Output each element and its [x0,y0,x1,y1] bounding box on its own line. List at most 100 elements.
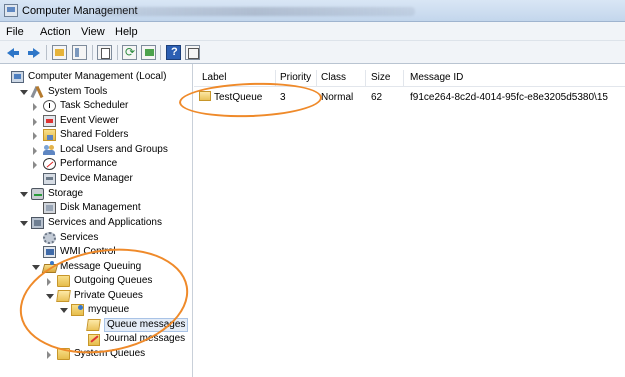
tree-item-queue-messages[interactable]: Queue messages [86,318,189,332]
tree-item-disk-management[interactable]: Disk Management [43,201,141,215]
tree-item-label: System Tools [48,86,108,97]
message-list[interactable]: Label Priority Class Size Message ID Tes… [194,64,625,377]
wmi-icon [43,246,56,258]
computer-management-app-icon [4,4,18,17]
tree-item-services[interactable]: Services [43,231,98,245]
tree-item-label: Computer Management (Local) [28,71,167,82]
expand-toggle-icon[interactable] [19,190,28,199]
column-header-priority[interactable]: Priority [280,72,311,83]
export-list-icon[interactable] [141,45,156,60]
tree-item-label: Device Manager [60,173,133,184]
computer-icon [11,71,24,83]
table-row[interactable]: TestQueue 3 Normal 62 f91ce264-8c2d-4014… [194,90,625,106]
expand-toggle-icon[interactable] [31,131,40,140]
column-header-size[interactable]: Size [371,72,390,83]
list-header: Label Priority Class Size Message ID [194,69,625,87]
expand-toggle-icon[interactable] [31,102,40,111]
column-divider[interactable] [403,70,404,86]
storage-icon [31,188,44,200]
folder-icon [57,275,70,287]
tree-item-task-scheduler[interactable]: Task Scheduler [31,99,128,113]
expand-toggle-icon[interactable] [59,306,68,315]
tree-item-label: Task Scheduler [60,100,129,111]
expand-toggle-icon[interactable] [19,219,28,228]
tree-item-event-viewer[interactable]: Event Viewer [31,114,119,128]
tree-item-myqueue[interactable]: myqueue [59,303,129,317]
tree-item-computer-management[interactable]: Computer Management (Local) [11,70,166,84]
tree-item-wmi-control[interactable]: WMI Control [43,245,116,259]
tree-item-label: Private Queues [74,290,143,301]
tree-item-label: Outgoing Queues [74,275,153,286]
tree-item-system-tools[interactable]: System Tools [19,85,107,99]
clock-icon [43,100,56,112]
forward-icon[interactable] [25,44,42,61]
toolbar [0,41,625,64]
blurred-taskbar-text [95,7,415,16]
tree-item-performance[interactable]: Performance [31,157,117,171]
toolbar-separator [117,45,118,60]
message-icon [199,91,211,102]
expand-toggle-icon[interactable] [45,292,54,301]
title-bar: Computer Management [0,0,625,22]
menu-help[interactable]: Help [115,26,138,38]
column-header-label[interactable]: Label [202,72,226,83]
tree-item-label: Storage [48,188,84,199]
expand-toggle-icon[interactable] [31,117,40,126]
menu-action[interactable]: Action [40,26,71,38]
expand-toggle-icon[interactable] [45,350,54,359]
tree-item-shared-folders[interactable]: Shared Folders [31,128,128,142]
event-viewer-icon [43,115,56,127]
console-tree[interactable]: Computer Management (Local) System Tools… [0,64,193,377]
refresh-icon[interactable] [122,45,137,60]
cell-class: Normal [321,92,354,103]
tree-item-private-queues[interactable]: Private Queues [45,289,143,303]
expand-toggle-icon[interactable] [31,263,40,272]
tree-item-label: Local Users and Groups [60,144,168,155]
disk-icon [43,202,56,214]
performance-icon [43,158,56,170]
folder-open-icon [86,319,101,331]
tree-item-system-queues[interactable]: System Queues [45,347,145,361]
column-divider[interactable] [275,70,276,86]
users-icon [43,144,56,156]
show-hide-tree-icon[interactable] [72,45,87,60]
tree-item-label: Message Queuing [60,261,142,272]
toolbar-separator [160,45,161,60]
expand-toggle-icon[interactable] [45,277,54,286]
properties-icon[interactable] [97,45,112,60]
menu-file[interactable]: File [6,26,24,38]
device-icon [43,173,56,185]
cell-size: 62 [371,92,383,103]
back-icon[interactable] [5,44,22,61]
expand-toggle-icon[interactable] [31,146,40,155]
expand-toggle-icon[interactable] [31,160,40,169]
queue-icon [71,304,84,316]
help-icon[interactable] [166,45,181,60]
tree-item-label: Performance [60,158,118,169]
shared-folder-icon [43,129,56,141]
cell-label: TestQueue [214,92,263,103]
column-divider[interactable] [316,70,317,86]
expand-toggle-icon[interactable] [19,88,28,97]
column-divider[interactable] [365,70,366,86]
tree-item-storage[interactable]: Storage [19,187,83,201]
tree-item-journal-messages[interactable]: Journal messages [87,332,185,346]
menu-view[interactable]: View [81,26,105,38]
tree-item-label: Disk Management [60,202,141,213]
services-applications-icon [31,217,44,229]
column-header-class[interactable]: Class [321,72,346,83]
cell-message-id: f91ce264-8c2d-4014-95fc-e8e3205d5380\15 [410,92,608,103]
message-queuing-icon [43,261,56,273]
tree-item-services-and-applications[interactable]: Services and Applications [19,216,162,230]
tree-item-outgoing-queues[interactable]: Outgoing Queues [45,274,152,288]
tools-icon [31,86,44,98]
tree-item-device-manager[interactable]: Device Manager [43,172,133,186]
tree-item-label: Journal messages [104,333,186,344]
up-icon[interactable] [52,45,67,60]
tree-item-message-queuing[interactable]: Message Queuing [31,260,141,274]
tree-item-local-users-and-groups[interactable]: Local Users and Groups [31,143,168,157]
view-icon[interactable] [185,45,200,60]
column-header-message-id[interactable]: Message ID [410,72,463,83]
tree-item-label: Services and Applications [48,217,162,228]
tree-item-label: Queue messages [104,318,189,332]
